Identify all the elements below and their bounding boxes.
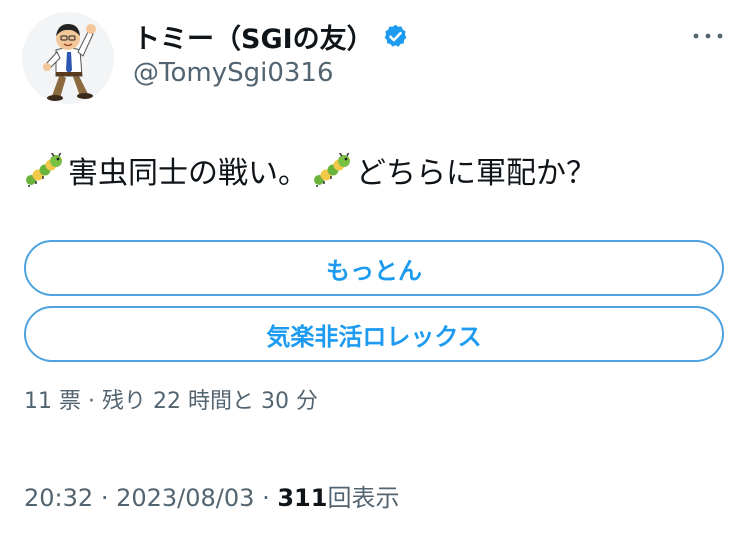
author-name-row: トミー（SGIの友） (133, 17, 409, 56)
tweet-text: 害虫同士の戦い。 どちらに軍配か？ (24, 150, 596, 191)
poll-remaining: 残り 22 時間と 30 分 (102, 389, 318, 414)
poll-meta: 11 票 · 残り 22 時間と 30 分 (24, 383, 318, 415)
poll-option-2[interactable]: 気楽非活ロレックス (24, 306, 724, 362)
verified-badge-icon[interactable] (382, 23, 409, 50)
tweet-text-part-2: どちらに軍配か？ (356, 156, 596, 191)
more-options-icon[interactable] (690, 26, 726, 46)
cartoon-man-avatar-icon (22, 12, 114, 104)
tweet-meta: 20:32 · 2023/08/03 · 311回表示 (24, 478, 399, 513)
author-handle[interactable]: @TomySgi0316 (133, 58, 333, 88)
views-label: 回表示 (327, 484, 400, 512)
views-count[interactable]: 311 (277, 484, 327, 512)
meta-separator: · (262, 484, 270, 512)
meta-separator: · (100, 484, 109, 512)
tweet-time[interactable]: 20:32 (24, 484, 93, 512)
caterpillar-emoji-icon (312, 153, 352, 187)
author-display-name[interactable]: トミー（SGIの友） (133, 17, 374, 56)
tweet-date[interactable]: 2023/08/03 (116, 484, 254, 512)
poll-option-1[interactable]: もっとん (24, 240, 724, 296)
tweet-text-part-1: 害虫同士の戦い。 (68, 156, 308, 191)
caterpillar-emoji-icon (24, 153, 64, 187)
avatar[interactable] (22, 12, 114, 104)
poll-separator: · (88, 389, 95, 414)
poll-votes: 11 票 (24, 389, 81, 414)
